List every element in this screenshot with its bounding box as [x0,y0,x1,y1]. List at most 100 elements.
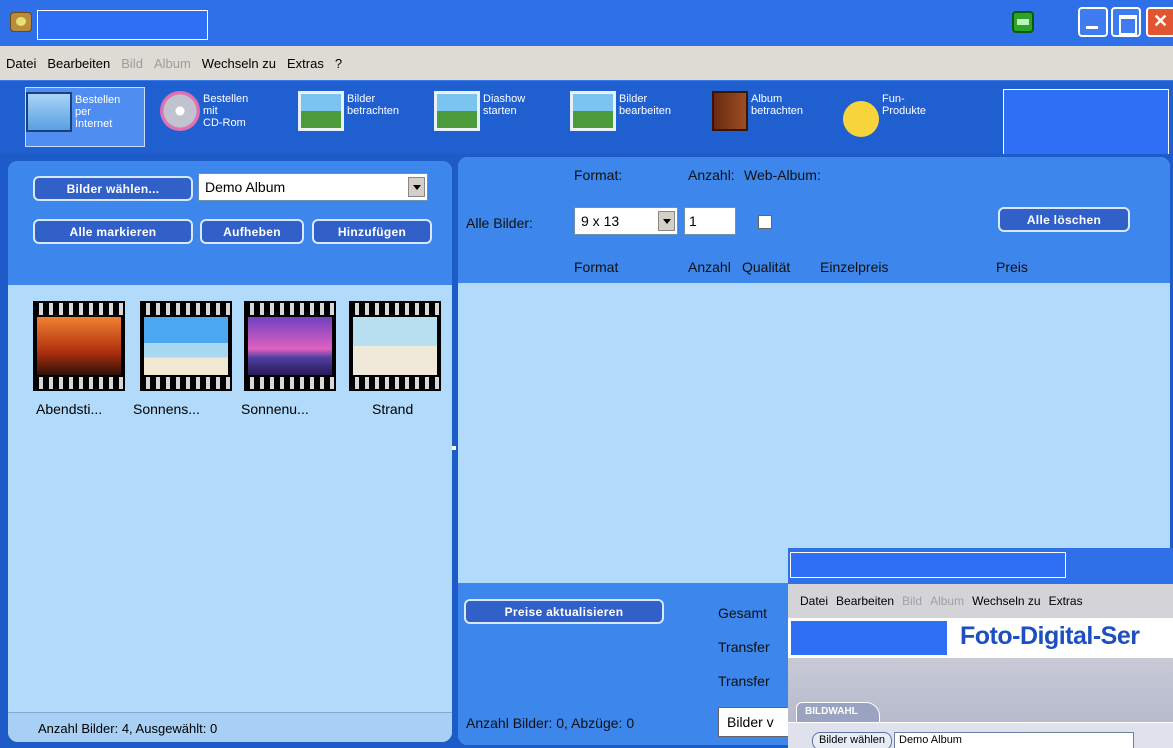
maximize-button[interactable] [1111,7,1141,37]
menu-bearbeiten[interactable]: Bearbeiten [47,56,110,71]
toolbar-label: Bilder bearbeiten [619,93,671,117]
film-strip [140,303,232,315]
thumbnail-label: Strand [372,401,414,417]
secondary-banner: Foto-Digital-Ser [788,618,1173,658]
sunset-sea-photo [248,317,332,375]
transfer-label: Transfer [718,639,770,655]
quantity-input[interactable]: 1 [684,207,736,235]
beach-woman-photo [353,317,437,375]
toolbar-label: Bestellen mit CD-Rom [203,93,249,129]
album-select-value: Demo Album [205,179,286,195]
toolbar-label: Fun- Produkte [882,93,927,117]
menu-extras[interactable]: Extras [287,56,324,71]
thumbnail-label: Abendsti... [36,401,103,417]
all-images-label: Alle Bilder: [466,215,533,231]
chevron-down-icon[interactable] [658,211,675,231]
smiley-icon [843,101,879,137]
film-strip [244,303,336,315]
delete-all-button[interactable]: Alle löschen [998,207,1130,232]
column-qualitaet[interactable]: Qualität [742,259,790,275]
menu-extras[interactable]: Extras [1049,594,1083,608]
menu-album[interactable]: Album [930,594,964,608]
toolbar-bestellen-cd[interactable]: Bestellen mit CD-Rom [160,87,285,147]
secondary-content: BILDWAHL Bilder wählen Demo Album [788,658,1173,748]
secondary-window[interactable]: Datei Bearbeiten Bild Album Wechseln zu … [788,548,1173,748]
thumbnail-beach-woman[interactable] [349,301,441,391]
monitor-icon [26,92,72,132]
toolbar-label: Diashow starten [483,93,526,117]
edit-photo-icon [570,91,616,131]
toolbar-diashow[interactable]: Diashow starten [434,87,559,147]
update-prices-button[interactable]: Preise aktualisieren [464,599,664,624]
column-anzahl[interactable]: Anzahl [688,259,731,275]
secondary-title-bar[interactable] [788,548,1173,584]
cd-icon [160,91,200,131]
film-strip [349,377,441,389]
thumbnail-label: Sonnens... [133,401,200,417]
thumbnail-sunset-sea[interactable] [244,301,336,391]
menu-bar: Datei Bearbeiten Bild Album Wechseln zu … [0,46,1173,80]
order-header: Format: Anzahl: Web-Album: Alle Bilder: … [458,157,1170,283]
toolbar-bilder-betrachten[interactable]: Bilder betrachten [298,87,428,147]
web-album-checkbox[interactable] [758,215,772,229]
image-selection-panel: Bilder wählen... Demo Album Alle markier… [8,161,452,742]
menu-bild[interactable]: Bild [902,594,922,608]
menu-datei[interactable]: Datei [6,56,36,71]
mark-all-button[interactable]: Alle markieren [33,219,193,244]
film-strip [33,377,125,389]
panel-splitter[interactable] [452,446,456,450]
menu-bearbeiten[interactable]: Bearbeiten [836,594,894,608]
menu-album[interactable]: Album [154,56,191,71]
choose-images-button[interactable]: Bilder wählen... [33,176,193,201]
transfer-label: Transfer [718,673,770,689]
album-book-icon [712,91,748,131]
toolbar-logo-area [1003,89,1169,155]
menu-wechseln-zu[interactable]: Wechseln zu [202,56,276,71]
unmark-button[interactable]: Aufheben [200,219,304,244]
anzahl-header: Anzahl: [688,167,735,183]
minimize-button[interactable] [1078,7,1108,37]
toolbar-label: Bilder betrachten [347,93,399,117]
album-select[interactable]: Demo Album [894,732,1134,748]
toolbar-bilder-bearbeiten[interactable]: Bilder bearbeiten [570,87,700,147]
format-select[interactable]: 9 x 13 [574,207,678,235]
toolbar: Bestellen per Internet Bestellen mit CD-… [0,80,1173,155]
menu-datei[interactable]: Datei [800,594,828,608]
secondary-window-title [790,552,1066,578]
app-icon[interactable] [10,12,32,32]
brand-title: Foto-Digital-Ser [960,622,1140,650]
toolbar-album-betrachten[interactable]: Album betrachten [712,87,837,147]
close-button[interactable] [1146,7,1173,37]
image-selection-header: Bilder wählen... Demo Album Alle markier… [8,161,452,285]
title-bar[interactable] [0,0,1173,46]
thumbnail-sunset-palms[interactable] [33,301,125,391]
tab-bildwahl[interactable]: BILDWAHL [796,702,880,722]
add-button[interactable]: Hinzufügen [312,219,432,244]
album-select[interactable]: Demo Album [198,173,428,201]
menu-help[interactable]: ? [335,56,342,71]
chevron-down-icon[interactable] [408,177,425,197]
sunset-palms-photo [37,317,121,375]
format-header: Format: [574,167,623,183]
choose-images-button[interactable]: Bilder wählen [812,732,892,748]
thumbnail-label: Sonnenu... [241,401,309,417]
column-format[interactable]: Format [574,259,618,275]
beach-umbrella-photo [144,317,228,375]
toolbar-fun-produkte[interactable]: Fun- Produkte [843,87,973,147]
column-einzelpreis[interactable]: Einzelpreis [820,259,888,275]
web-album-header: Web-Album: [744,167,821,183]
menu-bild[interactable]: Bild [121,56,143,71]
thumbnail-beach-umbrella[interactable] [140,301,232,391]
window-title [37,10,208,40]
secondary-menu-bar: Datei Bearbeiten Bild Album Wechseln zu … [788,584,1173,618]
left-status-bar: Anzahl Bilder: 4, Ausgewählt: 0 [8,712,452,742]
film-strip [244,377,336,389]
magnifier-photo-icon [298,91,344,131]
total-label: Gesamt [718,605,768,621]
menu-wechseln-zu[interactable]: Wechseln zu [972,594,1040,608]
film-strip [33,303,125,315]
toolbar-bestellen-internet[interactable]: Bestellen per Internet [25,87,145,147]
column-preis[interactable]: Preis [996,259,1028,275]
banner-logo-area [790,620,948,656]
print-icon[interactable] [1012,11,1034,33]
